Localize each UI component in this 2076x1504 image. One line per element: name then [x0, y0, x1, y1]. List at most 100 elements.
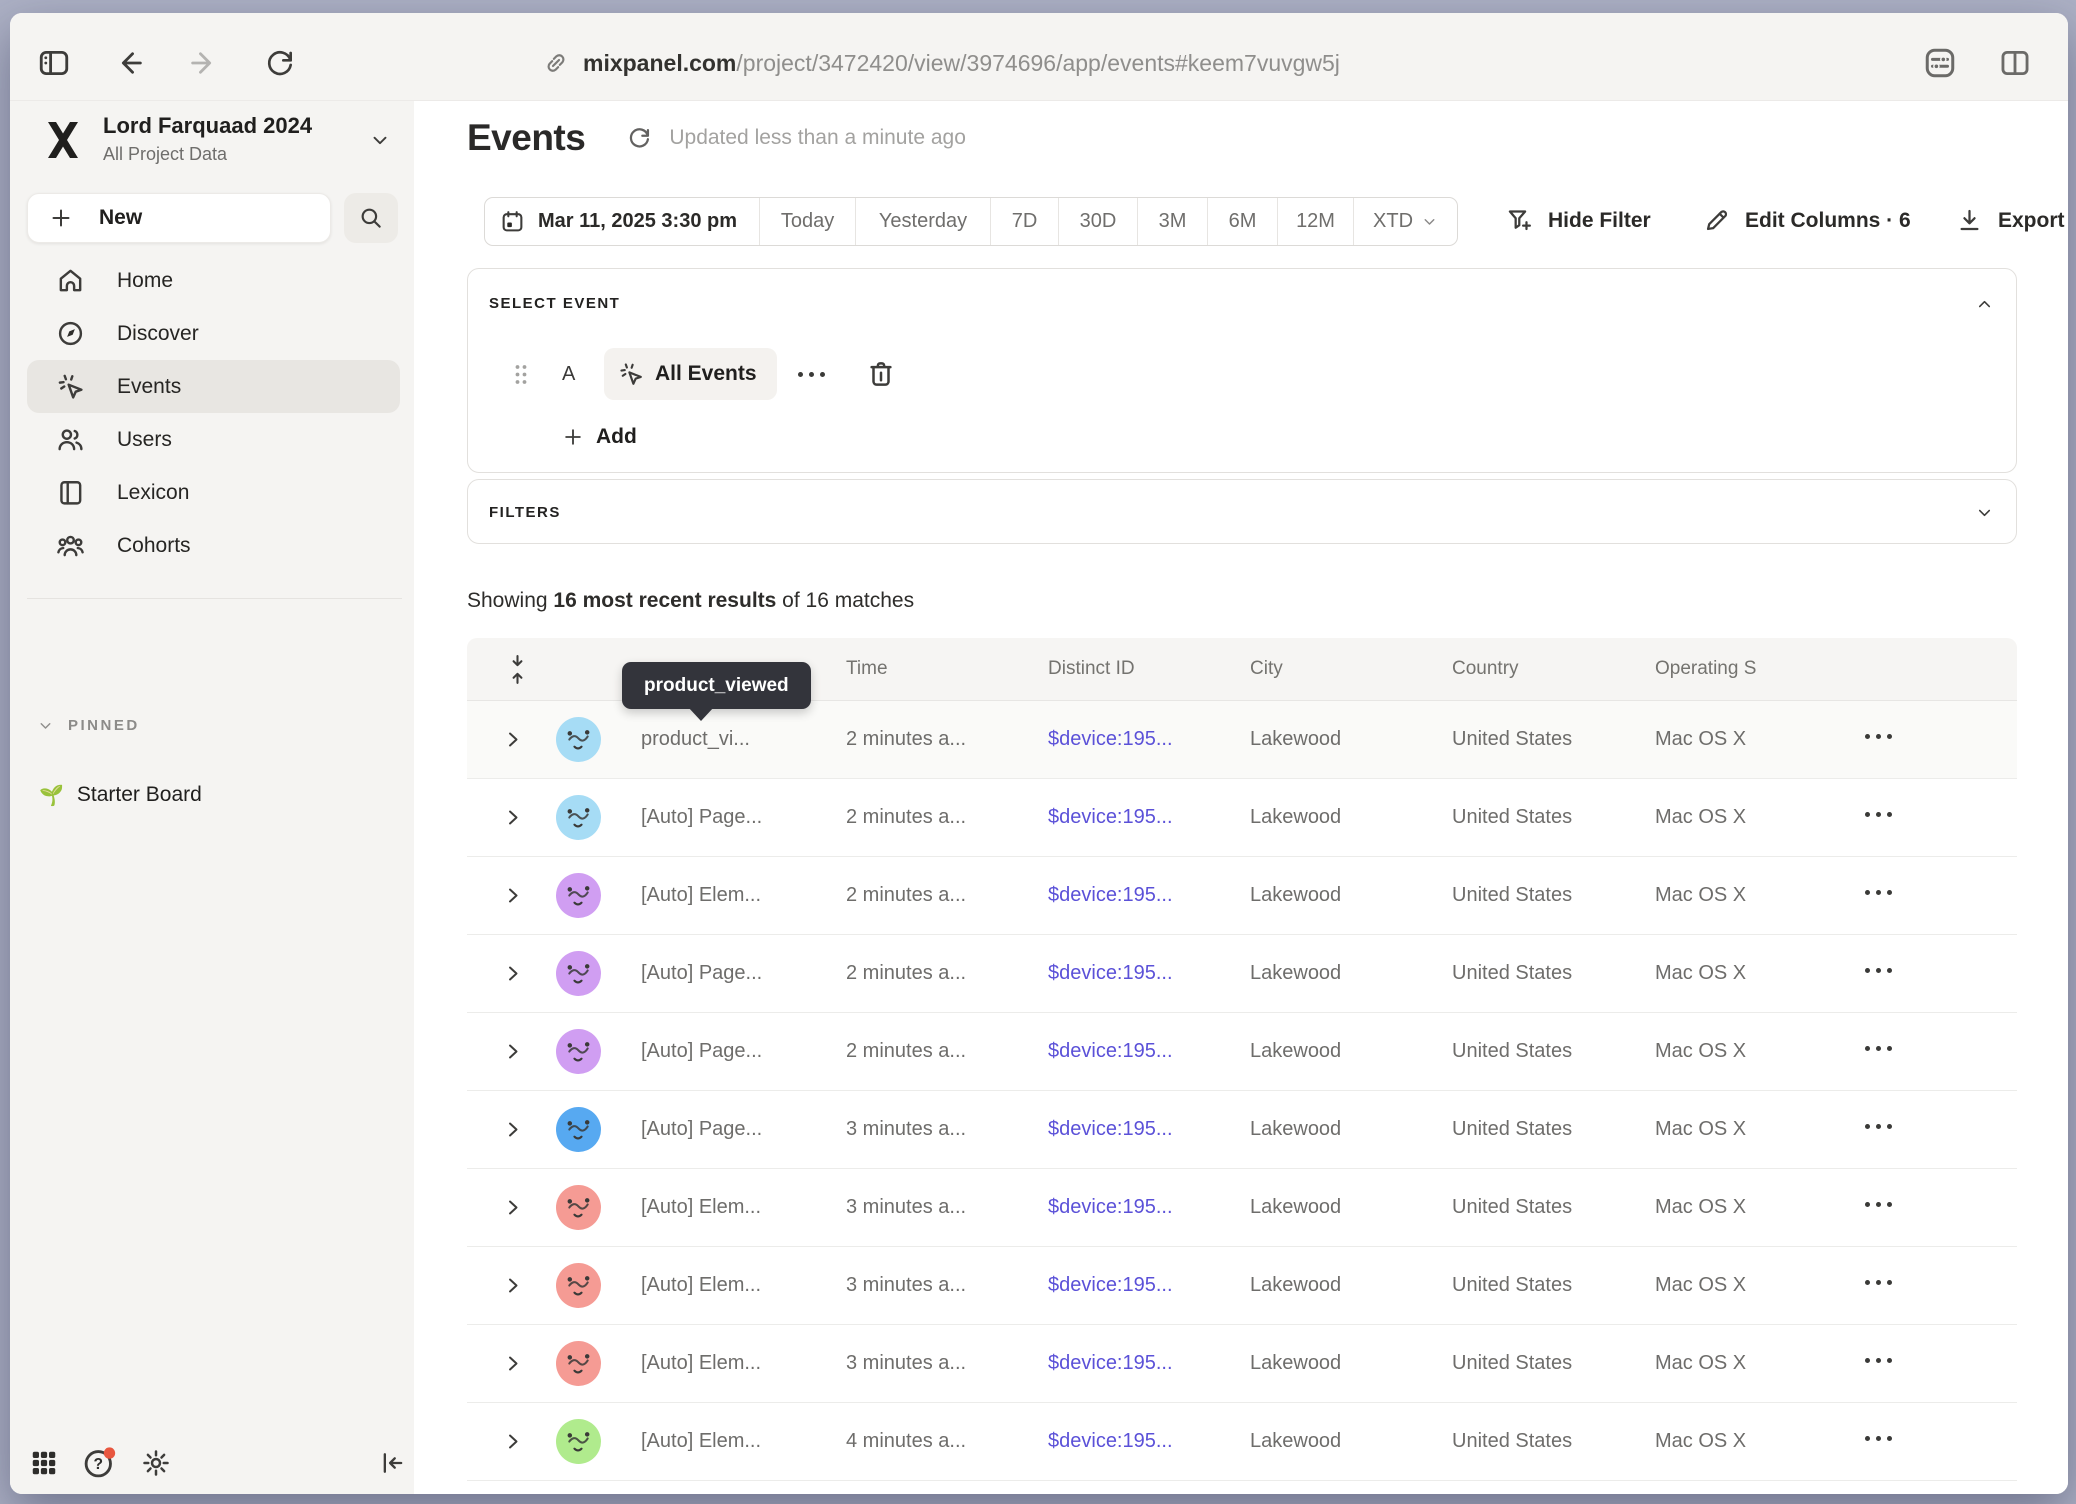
table-row[interactable]: [Auto] Elem... 3 minutes a... $device:19… [467, 1169, 2017, 1247]
url-text: mixpanel.com/project/3472420/view/397469… [583, 50, 1340, 77]
row-actions-button[interactable] [1865, 1202, 1892, 1207]
edit-columns-button[interactable]: Edit Columns · 6 [1703, 197, 1911, 244]
row-actions-button[interactable] [1865, 1358, 1892, 1363]
distinct-id-link[interactable]: $device:195... [1048, 935, 1173, 1012]
row-actions-button[interactable] [1865, 1046, 1892, 1051]
event-selector-chip[interactable]: All Events [604, 348, 777, 400]
event-name-cell[interactable]: [Auto] Elem... [641, 1247, 761, 1324]
browser-back-button[interactable] [111, 45, 147, 81]
table-row[interactable]: [Auto] Page... 2 minutes a... $device:19… [467, 1013, 2017, 1091]
event-name-cell[interactable]: [Auto] Page... [641, 1091, 762, 1168]
distinct-id-link[interactable]: $device:195... [1048, 779, 1173, 856]
hide-filter-button[interactable]: Hide Filter [1506, 197, 1651, 244]
chevron-up-icon[interactable] [1975, 295, 1994, 314]
distinct-id-link[interactable]: $device:195... [1048, 1013, 1173, 1090]
event-name-cell[interactable]: [Auto] Elem... [641, 1325, 761, 1402]
row-expand-chevron[interactable] [505, 1353, 521, 1374]
range-30d[interactable]: 30D [1058, 198, 1137, 245]
browser-split-view-icon[interactable] [1997, 45, 2033, 81]
column-header-city[interactable]: City [1250, 638, 1283, 700]
browser-customize-icon[interactable] [1922, 45, 1958, 81]
event-name-cell[interactable]: [Auto] Elem... [641, 1169, 761, 1246]
row-expand-chevron[interactable] [505, 1275, 521, 1296]
browser-sidebar-toggle-button[interactable] [36, 45, 72, 81]
row-actions-button[interactable] [1865, 1124, 1892, 1129]
table-row[interactable]: [Auto] Elem... 4 minutes a... $device:19… [467, 1403, 2017, 1481]
event-name-cell[interactable]: [Auto] Page... [641, 935, 762, 1012]
event-name-cell[interactable]: [Auto] Page... [641, 1013, 762, 1090]
row-expand-chevron[interactable] [505, 729, 521, 750]
row-expand-chevron[interactable] [505, 1197, 521, 1218]
sidebar-item-home[interactable]: Home [27, 254, 400, 307]
table-row[interactable]: [Auto] Page... 2 minutes a... $device:19… [467, 779, 2017, 857]
add-event-button[interactable]: Add [562, 419, 637, 455]
date-picker[interactable]: Mar 11, 2025 3:30 pm [485, 198, 759, 245]
row-expand-chevron[interactable] [505, 963, 521, 984]
distinct-id-link[interactable]: $device:195... [1048, 857, 1173, 934]
event-name-cell[interactable]: [Auto] Elem... [641, 857, 761, 934]
sidebar-item-users[interactable]: Users [27, 413, 400, 466]
apps-grid-icon[interactable] [27, 1446, 61, 1480]
column-header-time[interactable]: Time [846, 638, 888, 700]
export-button[interactable]: Export [1956, 197, 2065, 244]
row-expand-chevron[interactable] [505, 1041, 521, 1062]
distinct-id-link[interactable]: $device:195... [1048, 1091, 1173, 1168]
collapse-rows-icon[interactable] [505, 654, 530, 685]
sidebar-item-events[interactable]: Events [27, 360, 400, 413]
range-12m[interactable]: 12M [1277, 198, 1353, 245]
table-row[interactable]: [Auto] Elem... 2 minutes a... $device:19… [467, 857, 2017, 935]
distinct-id-link[interactable]: $device:195... [1048, 701, 1173, 778]
event-name-cell[interactable]: [Auto] Elem... [641, 1403, 761, 1480]
browser-reload-button[interactable] [262, 45, 298, 81]
chevron-down-icon[interactable] [1975, 503, 1994, 522]
address-bar[interactable]: mixpanel.com/project/3472420/view/397469… [543, 45, 1340, 81]
event-name-cell[interactable]: [Auto] Page... [641, 779, 762, 856]
trash-icon[interactable] [866, 358, 896, 390]
distinct-id-link[interactable]: $device:195... [1048, 1247, 1173, 1324]
collapse-sidebar-icon[interactable] [376, 1446, 410, 1480]
range-3m[interactable]: 3M [1137, 198, 1207, 245]
table-row[interactable]: [Auto] Elem... 3 minutes a... $device:19… [467, 1325, 2017, 1403]
row-expand-chevron[interactable] [505, 885, 521, 906]
row-actions-button[interactable] [1865, 968, 1892, 973]
sidebar-item-lexicon[interactable]: Lexicon [27, 466, 400, 519]
refresh-icon[interactable] [623, 122, 655, 154]
row-expand-chevron[interactable] [505, 1119, 521, 1140]
row-actions-button[interactable] [1865, 1280, 1892, 1285]
row-actions-button[interactable] [1865, 890, 1892, 895]
column-header-operating-system[interactable]: Operating S [1655, 638, 1756, 700]
new-button[interactable]: New [27, 193, 331, 243]
column-header-distinct-id[interactable]: Distinct ID [1048, 638, 1135, 700]
range-7d[interactable]: 7D [990, 198, 1058, 245]
row-actions-button[interactable] [1865, 1436, 1892, 1441]
table-row[interactable] [467, 1481, 2017, 1494]
row-actions-button[interactable] [1865, 812, 1892, 817]
search-button[interactable] [344, 193, 398, 243]
table-row[interactable]: [Auto] Page... 3 minutes a... $device:19… [467, 1091, 2017, 1169]
distinct-id-link[interactable]: $device:195... [1048, 1325, 1173, 1402]
city-cell: Lakewood [1250, 779, 1341, 856]
range-today[interactable]: Today [759, 198, 855, 245]
row-expand-chevron[interactable] [505, 1431, 521, 1452]
event-options-button[interactable] [798, 362, 828, 386]
pinned-section-header[interactable]: PINNED [37, 717, 140, 734]
column-header-country[interactable]: Country [1452, 638, 1519, 700]
table-row[interactable]: [Auto] Elem... 3 minutes a... $device:19… [467, 1247, 2017, 1325]
distinct-id-link[interactable]: $device:195... [1048, 1403, 1173, 1480]
project-switcher[interactable]: Lord Farquaad 2024 All Project Data [41, 113, 391, 166]
table-row[interactable]: [Auto] Page... 2 minutes a... $device:19… [467, 935, 2017, 1013]
sidebar-item-discover[interactable]: Discover [27, 307, 400, 360]
help-icon[interactable]: ? [82, 1446, 116, 1480]
distinct-id-link[interactable]: $device:195... [1048, 1169, 1173, 1246]
gear-icon[interactable] [139, 1446, 173, 1480]
sidebar-item-starter-board[interactable]: 🌱 Starter Board [39, 773, 202, 817]
drag-handle-icon[interactable] [513, 363, 529, 386]
sidebar-item-cohorts[interactable]: Cohorts [27, 519, 400, 572]
row-expand-chevron[interactable] [505, 807, 521, 828]
range-6m[interactable]: 6M [1207, 198, 1277, 245]
time-cell: 2 minutes a... [846, 701, 966, 778]
range-yesterday[interactable]: Yesterday [855, 198, 990, 245]
browser-forward-button[interactable] [186, 45, 222, 81]
row-actions-button[interactable] [1865, 734, 1892, 739]
range-xtd[interactable]: XTD [1353, 198, 1457, 245]
